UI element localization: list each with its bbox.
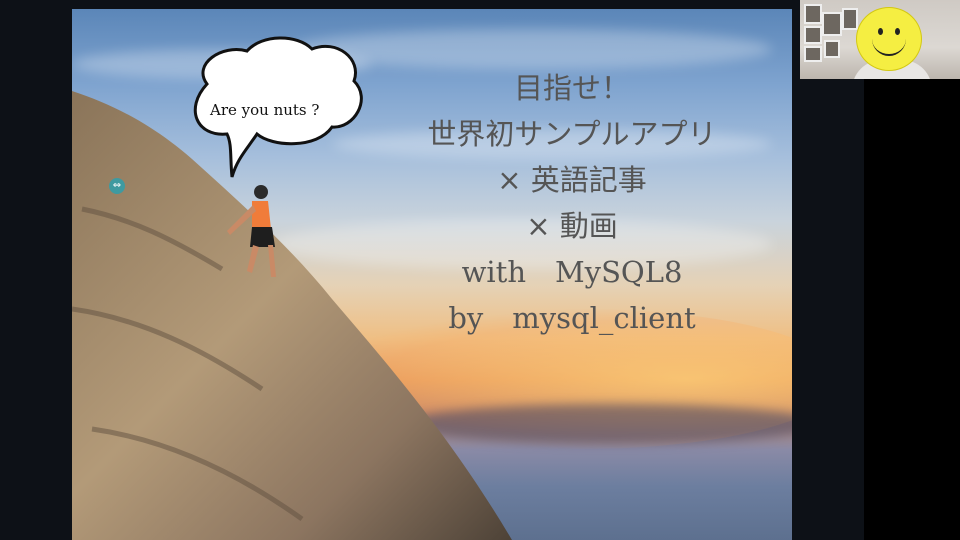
title-line: × 英語記事	[497, 163, 647, 197]
title-line: with MySQL8	[461, 255, 683, 289]
speech-bubble-text: Are you nuts ?	[210, 101, 320, 119]
title-line: 目指せ！	[513, 71, 630, 105]
side-panel	[864, 79, 960, 540]
wall-frame	[842, 8, 858, 30]
wall-frame	[804, 4, 822, 24]
smiley-eye	[878, 28, 883, 35]
title-line: 世界初サンプルアプリ	[427, 117, 717, 151]
presentation-slide: 目指せ！ 世界初サンプルアプリ × 英語記事 × 動画 with MySQL8 …	[72, 9, 792, 540]
wall-frame	[804, 26, 822, 44]
smiley-eye	[895, 28, 900, 35]
title-line: × 動画	[526, 209, 618, 243]
wall-frame	[824, 40, 840, 58]
smiley-face-icon	[856, 7, 922, 71]
arrow-left-right-icon[interactable]: ⇔	[109, 178, 125, 194]
slide-title: 目指せ！ 世界初サンプルアプリ × 英語記事 × 動画 with MySQL8 …	[372, 65, 772, 341]
title-line: by mysql_client	[448, 301, 696, 335]
wall-frame	[804, 46, 822, 62]
wall-frame	[822, 12, 842, 36]
smiley-mouth	[872, 38, 906, 56]
